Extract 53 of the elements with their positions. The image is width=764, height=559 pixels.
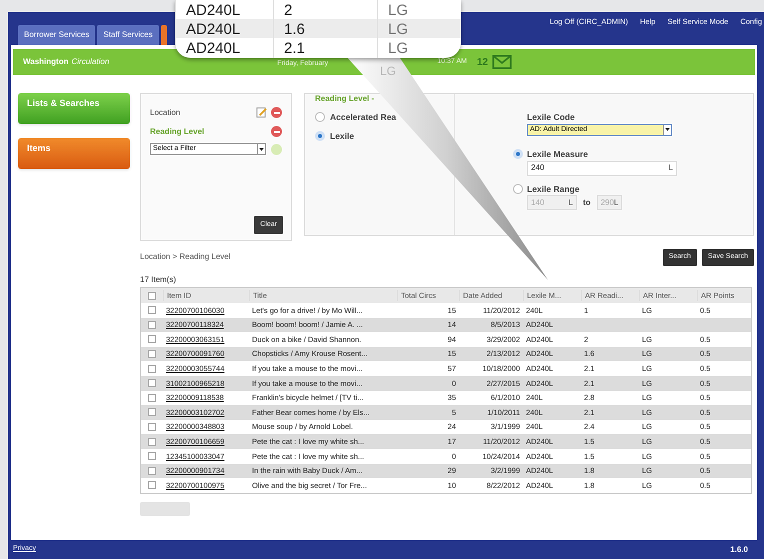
row-checkbox[interactable] (148, 306, 156, 314)
lexile-measure-field[interactable]: 240 L (527, 160, 677, 176)
radio-button[interactable] (513, 184, 523, 194)
unit-label: L (614, 196, 618, 209)
range-to-field[interactable]: 290L (596, 195, 622, 210)
tab[interactable]: Borrower Services (18, 25, 96, 45)
row-checkbox[interactable] (148, 350, 156, 358)
radio-button[interactable] (513, 149, 523, 160)
option-label: Lexile Measure (527, 148, 588, 160)
tab[interactable] (160, 25, 167, 45)
edit-icon[interactable] (256, 107, 267, 118)
add-icon[interactable] (271, 144, 282, 154)
remove-icon[interactable] (271, 107, 282, 118)
tab[interactable]: Staff Services (97, 25, 159, 45)
version-text: 1.6.0 (730, 544, 748, 556)
remove-icon[interactable] (271, 126, 282, 137)
row-checkbox[interactable] (148, 466, 156, 475)
message-count: 12 (476, 56, 488, 70)
magnified-cell: AD240L (175, 38, 273, 58)
row-checkbox[interactable] (148, 452, 156, 460)
magnified-cell: 2.1 (273, 38, 377, 58)
library-name: Washington (23, 56, 68, 68)
row-checkbox[interactable] (148, 408, 156, 416)
option-label: Lexile Range (527, 182, 580, 196)
item-count: 17 Item(s) (140, 274, 178, 286)
range-from-field[interactable]: 140 L (527, 195, 577, 210)
field-label: Lexile Code (527, 111, 576, 124)
caret-icon (665, 128, 670, 132)
row-checkbox[interactable] (148, 335, 156, 344)
row-checkbox[interactable] (148, 438, 156, 446)
filter-label: Location (150, 106, 180, 118)
magnified-cell: LG (377, 38, 461, 58)
range-to-label: to (583, 196, 591, 209)
row-checkbox[interactable] (148, 364, 156, 373)
unit-label: L (668, 162, 673, 174)
row-checkbox[interactable] (148, 379, 156, 388)
radio-button[interactable] (315, 112, 325, 122)
caret-icon (259, 148, 264, 150)
filter-label: Reading Level (150, 126, 204, 138)
envelope-icon[interactable] (492, 55, 512, 69)
row-checkbox[interactable] (148, 423, 156, 432)
row-checkbox[interactable] (148, 394, 156, 402)
row-checkbox[interactable] (148, 481, 156, 490)
breadcrumb: Location > Reading Level (140, 251, 231, 263)
unit-label: L (568, 196, 573, 209)
module-name: Circulation (71, 56, 110, 68)
select-all-checkbox[interactable] (148, 292, 156, 300)
option-label: Lexile (330, 130, 354, 142)
panel-title: Reading Level - (315, 93, 374, 105)
actions-button[interactable] (140, 502, 190, 516)
option-label: Accelerated Rea (330, 111, 396, 124)
radio-button[interactable] (315, 131, 325, 142)
row-checkbox[interactable] (148, 320, 156, 329)
